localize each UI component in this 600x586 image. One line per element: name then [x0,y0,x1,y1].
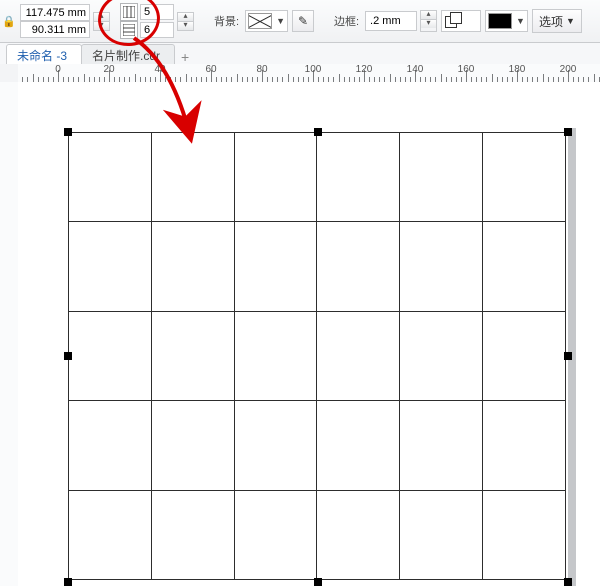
table-cell[interactable] [317,490,400,579]
table-cell[interactable] [234,133,317,222]
ruler-number: 80 [256,64,267,75]
pencil-icon: ✎ [298,14,308,28]
ruler-number: 100 [305,64,322,75]
ruler-number: 120 [356,64,373,75]
handle-w[interactable] [64,352,72,360]
table-cell[interactable] [400,222,483,311]
table-cell[interactable] [483,311,566,400]
handle-sw[interactable] [64,578,72,586]
ruler-number: 60 [205,64,216,75]
ruler-number: 180 [509,64,526,75]
table-cell[interactable] [151,311,234,400]
table-cell[interactable] [400,311,483,400]
table-cell[interactable] [151,133,234,222]
table-object[interactable] [68,132,566,580]
dimensions-stepper[interactable]: ▴ ▾ [177,12,194,31]
border-label: 边框: [334,13,359,29]
table-cell[interactable] [234,311,317,400]
table-cell[interactable] [151,490,234,579]
table-cell[interactable] [69,401,152,490]
border-width-stepper[interactable]: ▴ ▾ [420,10,437,32]
tab-label: 未命名 -3 [17,47,67,64]
options-button[interactable]: 选项 ▼ [532,9,582,33]
ruler-number: 0 [55,64,61,75]
table-cell[interactable] [317,401,400,490]
border-color-dropdown[interactable]: ▼ [485,10,528,32]
table-cell[interactable] [234,401,317,490]
table-cell[interactable] [483,401,566,490]
dim-down-icon[interactable]: ▾ [178,22,193,30]
rows-icon [120,21,138,39]
size-down-icon[interactable]: ▾ [94,22,109,30]
table-cell[interactable] [400,401,483,490]
edit-background-button[interactable]: ✎ [292,10,314,32]
handle-nw[interactable] [64,128,72,136]
add-tab-button[interactable]: + [174,49,196,65]
table-cell[interactable] [151,401,234,490]
table-cell[interactable] [483,490,566,579]
table-cell[interactable] [69,133,152,222]
ruler-origin[interactable] [0,64,19,83]
chevron-down-icon: ▼ [276,16,285,26]
handle-e[interactable] [564,352,572,360]
plus-icon: + [181,49,189,65]
table-cell[interactable] [317,222,400,311]
object-height-input[interactable] [20,21,90,38]
lock-icon[interactable]: 🔒 [2,2,16,40]
table-cell[interactable] [317,133,400,222]
object-width-input[interactable] [20,4,90,21]
table-cell[interactable] [400,133,483,222]
table-cell[interactable] [483,222,566,311]
columns-input[interactable] [140,4,174,20]
table-cell[interactable] [69,222,152,311]
drawing-canvas[interactable] [18,82,600,586]
table-grid[interactable] [68,132,566,580]
ruler-number: 40 [154,64,165,75]
table-cell[interactable] [400,490,483,579]
border-width-input[interactable] [365,11,417,31]
tab-namecard[interactable]: 名片制作.cdr [81,44,175,65]
black-swatch-icon [488,13,512,29]
no-fill-swatch-icon [248,13,272,29]
tab-untitled[interactable]: 未命名 -3 [6,44,82,65]
document-tabs: 未命名 -3 名片制作.cdr + [0,43,600,66]
size-stepper[interactable]: ▴ ▾ [93,12,110,31]
bw-down-icon[interactable]: ▾ [421,20,436,28]
object-size-group [20,4,90,38]
tab-label: 名片制作.cdr [92,47,160,64]
handle-se[interactable] [564,578,572,586]
table-cell[interactable] [234,222,317,311]
table-cell[interactable] [234,490,317,579]
horizontal-ruler[interactable]: 020406080100120140160180200220 [18,64,600,83]
border-style-dropdown[interactable] [441,10,481,32]
table-cell[interactable] [69,490,152,579]
table-cell[interactable] [317,311,400,400]
ruler-number: 140 [407,64,424,75]
ruler-number: 20 [103,64,114,75]
property-bar: 🔒 ▴ ▾ ▴ ▾ [0,0,600,43]
border-style-icon [444,11,464,31]
rows-input[interactable] [140,22,174,38]
table-cell[interactable] [151,222,234,311]
ruler-number: 200 [560,64,577,75]
handle-s[interactable] [314,578,322,586]
columns-icon [120,3,138,21]
background-fill-dropdown[interactable]: ▼ [245,10,288,32]
background-label: 背景: [214,13,239,29]
options-label: 选项 [539,13,563,30]
ruler-number: 160 [458,64,475,75]
table-cell[interactable] [483,133,566,222]
handle-n[interactable] [314,128,322,136]
table-dimensions-group [120,3,174,39]
chevron-down-icon: ▼ [566,16,575,26]
chevron-down-icon: ▼ [516,16,525,26]
table-cell[interactable] [69,311,152,400]
vertical-ruler[interactable] [0,82,19,586]
handle-ne[interactable] [564,128,572,136]
